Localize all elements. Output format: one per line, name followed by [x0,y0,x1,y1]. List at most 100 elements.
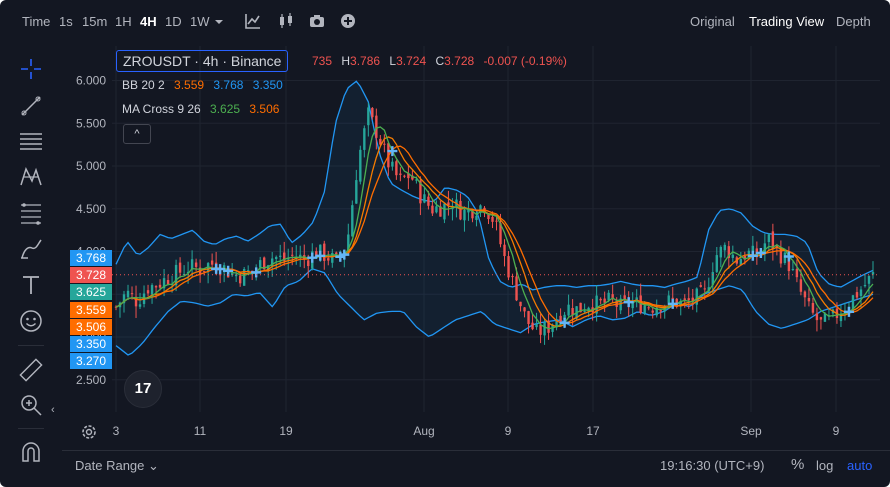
candle-body [515,276,518,301]
settings-gear-icon[interactable] [80,423,98,441]
candle-body [359,149,362,182]
collapse-legend-button[interactable]: ^ [123,124,151,144]
x-tick-label: Aug [413,424,434,438]
candle-body [190,259,194,270]
candle-body [783,252,787,264]
candle-body [623,295,626,300]
candle-body [126,290,130,298]
bollinger-bands [115,80,874,356]
candle-body [130,293,134,295]
candle-body [519,301,522,307]
candle-body [423,194,426,203]
candle-body [210,260,214,265]
price-tag: 3.506 [70,319,112,335]
chevron-down-icon: ⌄ [148,458,159,473]
candle-body [811,303,815,313]
candle-body [327,258,330,261]
candle-body [355,180,358,204]
candle-body [719,246,722,258]
candle-body [166,280,170,285]
candle-body [867,276,871,284]
price-tag-label: 3.625 [76,285,106,299]
x-tick-label: 9 [505,424,512,438]
price-tag: 3.559 [70,302,112,318]
candle-body [351,205,354,237]
candle-body [307,260,310,267]
price-tag-label: 3.506 [76,320,106,334]
candle-body [331,252,334,263]
y-tick-label: 6.000 [76,74,106,88]
price-tag: 3.350 [70,336,112,352]
candle-body [443,203,446,220]
price-tag-label: 3.559 [76,303,106,317]
candle-body [607,292,610,301]
candle-body [703,288,706,290]
close-label: C [435,54,445,68]
x-axis: 3 11 19 Aug 9 17 Sep 9 [113,424,840,438]
ohlc-readout: 735 H3.786 L3.724 C3.728 -0.007 (-0.19%) [312,54,567,68]
candle-body [395,161,398,176]
candle-body [791,268,795,270]
candle-body [807,297,811,302]
price-tag: 3.625 [70,284,112,300]
candle-body [815,313,819,321]
price-tag: 3.270 [70,353,112,369]
ma-slow-value: 3.506 [249,102,280,116]
candle-body [659,310,662,312]
bb-basis-value: 3.559 [174,78,205,92]
candle-body [459,200,462,220]
symbol-title[interactable]: ZROUSDT · 4h · Binance [116,50,289,72]
price-tag: 3.768 [70,250,112,266]
bb-fill [116,81,873,356]
candle-body [531,322,534,330]
clock-readout[interactable]: 19:16:30 (UTC+9) [660,458,764,473]
candle-body [651,310,654,313]
candle-body [683,298,686,300]
price-tag-label: 3.728 [76,268,106,282]
candle-body [403,175,406,177]
candle-body [643,305,646,314]
candle-body [146,290,150,294]
high-value: 3.786 [350,54,381,68]
price-chart[interactable]: 6.0005.5005.0004.5004.0003.5003.0002.500… [0,0,890,487]
auto-toggle[interactable]: auto [847,458,872,473]
change-value: -0.007 (-0.19%) [483,54,567,68]
low-value: 3.724 [396,54,427,68]
chart-app: Time 1s 15m 1H 4H 1D 1W Original Trading… [0,0,890,487]
candle-body [779,247,783,264]
x-tick-label: 9 [833,424,840,438]
candle-body [335,252,338,255]
ma-name: MA Cross 9 26 [122,102,201,116]
candle-body [154,286,158,288]
log-toggle[interactable]: log [816,458,833,473]
y-tick-label: 5.500 [76,116,106,130]
candle-body [583,310,586,312]
percent-toggle[interactable]: % [791,456,804,473]
x-tick-label: 19 [279,424,293,438]
ma-cross-legend[interactable]: MA Cross 9 26 3.625 3.506 [122,102,279,116]
x-tick-label: 11 [194,424,207,438]
candle-body [687,298,690,301]
candle-body [291,254,294,256]
candle-body [435,206,438,213]
bb-name: BB 20 2 [122,78,165,92]
candle-body [491,216,494,222]
x-tick-label: Sep [740,424,762,438]
candle-body [731,254,735,258]
x-tick-label: 17 [586,424,600,438]
date-range-button[interactable]: Date Range ⌄ [75,458,159,474]
price-tag-label: 3.350 [76,337,106,351]
candle-body [851,295,855,310]
date-range-label: Date Range [75,458,145,473]
candle-body [859,289,863,296]
bottom-bar: Date Range ⌄ 19:16:30 (UTC+9) % log auto [62,450,890,481]
candle-body [375,115,378,138]
candle-body [323,243,326,261]
candle-body [427,196,430,206]
bb-legend[interactable]: BB 20 2 3.559 3.768 3.350 [122,78,283,92]
open-value: 735 [312,54,333,68]
candle-body [539,324,542,335]
candle-body [527,311,530,325]
price-tag-label: 3.270 [76,354,106,368]
y-tick-label: 5.000 [76,159,106,173]
